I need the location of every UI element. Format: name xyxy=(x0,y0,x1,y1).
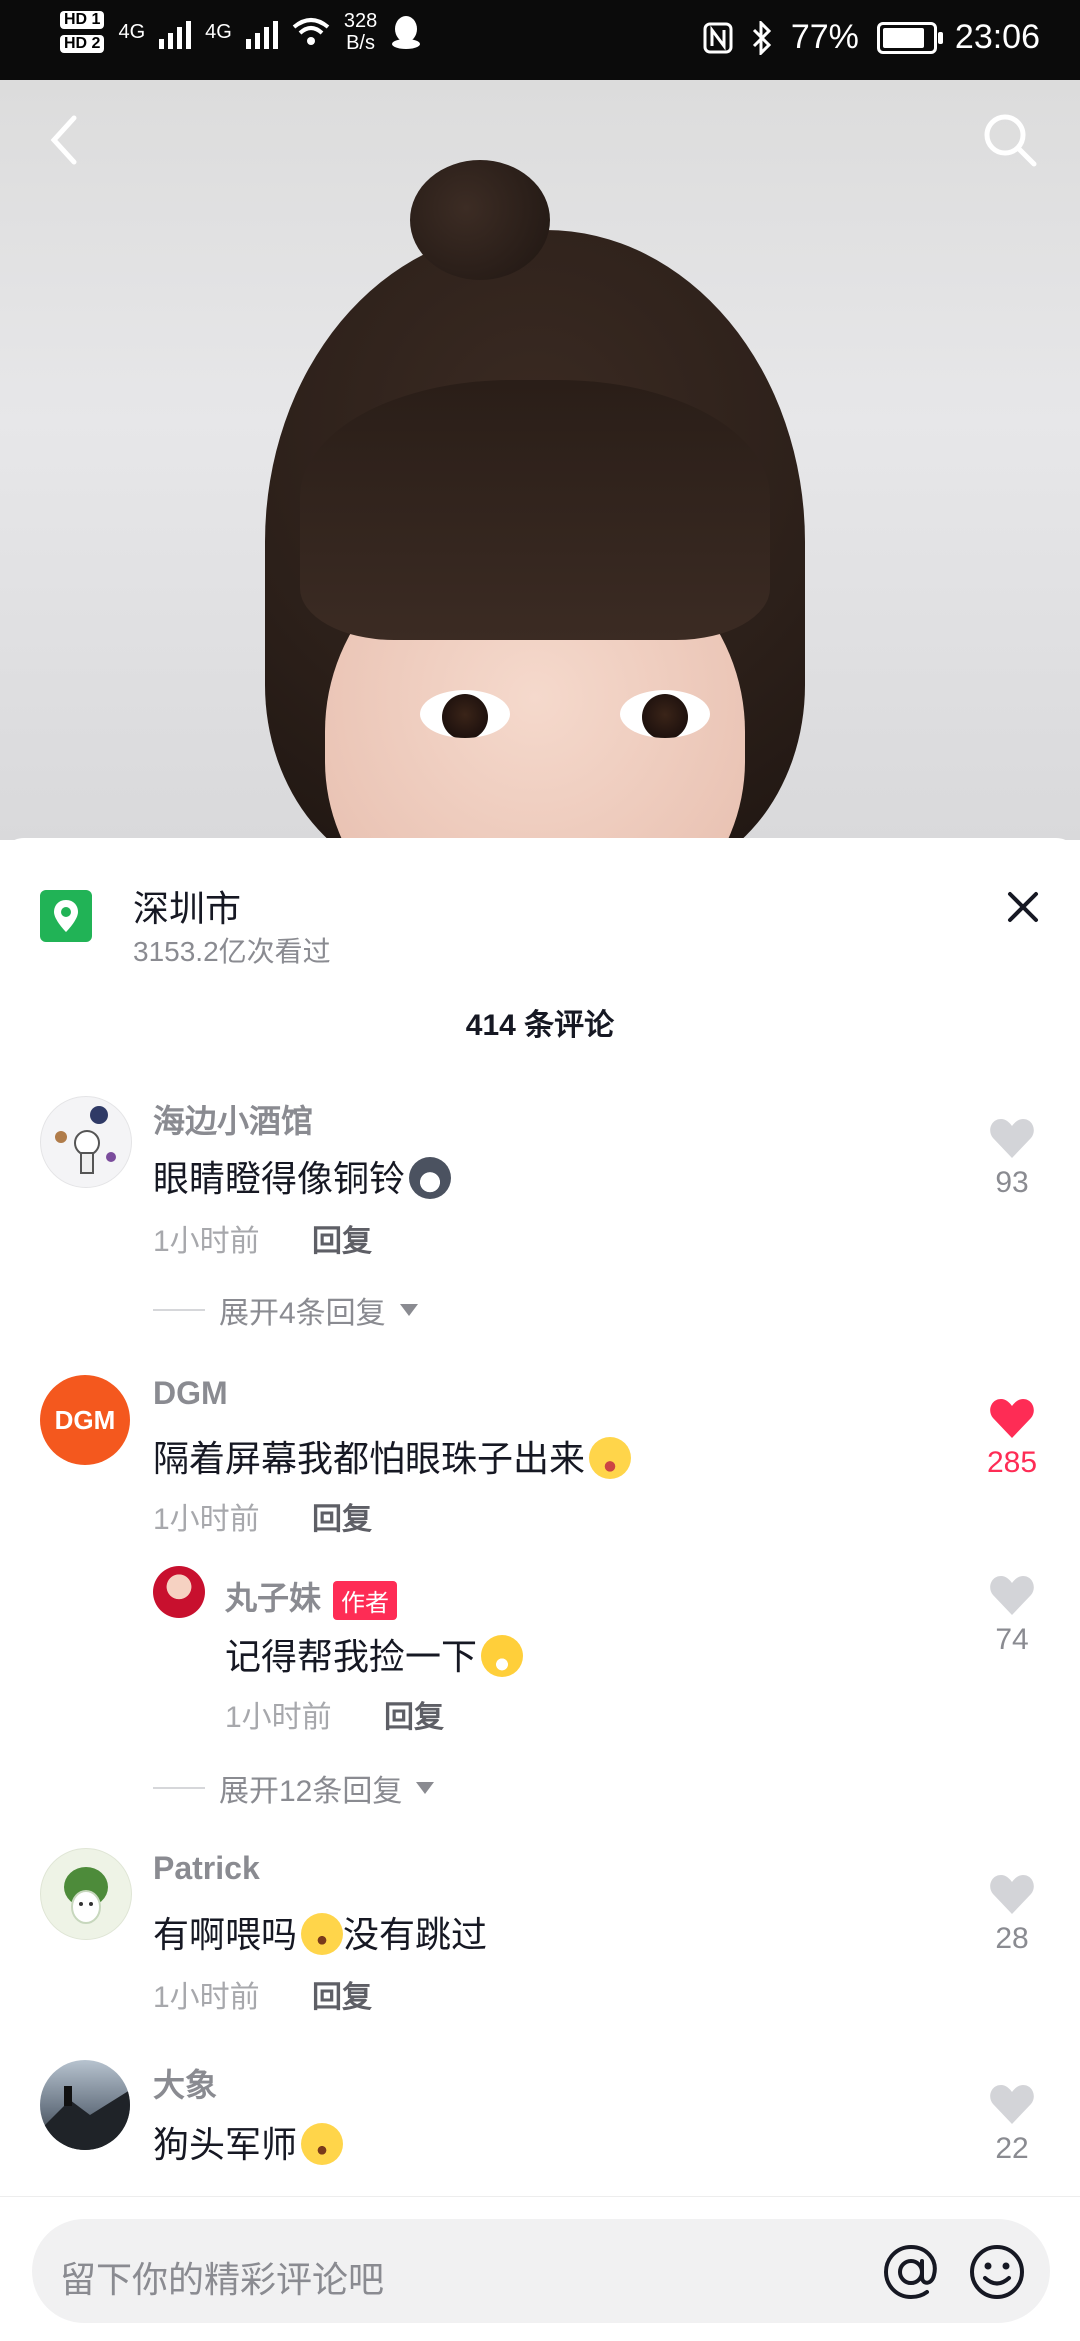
avatar[interactable] xyxy=(40,1096,132,1188)
heart-icon xyxy=(990,1875,1034,1914)
status-bar: HD 1 HD 2 4G 4G 328 B/s 77% 23:06 xyxy=(0,0,1080,80)
mention-at-icon[interactable] xyxy=(880,2241,942,2303)
avatar[interactable] xyxy=(153,1566,205,1618)
comment-username[interactable]: Patrick xyxy=(153,1850,260,1887)
crying-laugh-emoji-icon xyxy=(301,1913,344,1955)
comment-text: 记得帮我捡一下 xyxy=(225,1628,524,1680)
comment-time: 1小时前 xyxy=(153,1225,260,1258)
like-button[interactable]: 285 xyxy=(972,1396,1052,1480)
sim2-label: HD 2 xyxy=(60,35,105,53)
nfc-icon xyxy=(703,22,733,53)
sim-indicators: HD 1 HD 2 xyxy=(60,11,105,53)
battery-percent: 77% xyxy=(790,18,859,56)
avatar[interactable] xyxy=(40,1848,132,1940)
location-views: 3153.2亿次看过 xyxy=(133,936,331,967)
like-button[interactable]: 93 xyxy=(972,1116,1052,1200)
shocked-emoji-icon xyxy=(589,1437,632,1479)
heart-filled-icon xyxy=(990,1399,1034,1438)
rofl-emoji-icon xyxy=(301,2123,344,2165)
heart-icon xyxy=(990,1576,1034,1615)
like-button[interactable]: 74 xyxy=(972,1573,1052,1657)
bluetooth-icon xyxy=(752,20,771,55)
like-count: 93 xyxy=(995,1166,1029,1199)
divider-line xyxy=(153,1787,205,1789)
battery-icon xyxy=(876,21,943,54)
reply-button[interactable]: 回复 xyxy=(312,1972,372,2016)
like-button[interactable]: 28 xyxy=(972,1872,1052,1956)
caret-down-icon xyxy=(416,1782,435,1794)
net-speed-value: 328 xyxy=(343,10,378,32)
husky-emoji-icon xyxy=(409,1157,452,1199)
comment-username[interactable]: DGM xyxy=(153,1375,228,1412)
video-figure-eye xyxy=(620,690,710,738)
expand-replies-button[interactable]: 展开12条回复 xyxy=(153,1766,435,1810)
comment-text-body-2: 没有跳过 xyxy=(343,1914,488,1955)
comment-text-body: 隔着屏幕我都怕眼珠子出来 xyxy=(153,1438,586,1479)
network-type-1: 4G xyxy=(118,20,146,43)
heart-icon xyxy=(990,2085,1034,2124)
comment-time: 1小时前 xyxy=(225,1701,332,1734)
reply-button[interactable]: 回复 xyxy=(312,1494,372,1538)
close-icon[interactable] xyxy=(1000,884,1046,930)
heart-icon xyxy=(990,1119,1034,1158)
signal-1-icon xyxy=(159,15,192,49)
caret-down-icon xyxy=(399,1304,418,1316)
comment-input[interactable]: 留下你的精彩评论吧 xyxy=(32,2219,1050,2323)
like-count: 22 xyxy=(995,2132,1029,2165)
like-count: 74 xyxy=(995,1623,1029,1656)
avatar[interactable] xyxy=(40,2060,130,2150)
comment-sheet: 深圳市 3153.2亿次看过 414 条评论 海边小酒馆 眼睛瞪得像铜铃 1小时… xyxy=(0,838,1080,2340)
comment-text-body: 记得帮我捡一下 xyxy=(225,1636,478,1677)
divider-line xyxy=(153,1309,205,1311)
location-pin-icon[interactable] xyxy=(40,890,92,942)
status-right: 77% 23:06 xyxy=(703,18,1040,57)
signal-2-icon xyxy=(245,15,278,49)
comment-time: 1小时前 xyxy=(153,1981,260,2014)
comment-text: 狗头军师 xyxy=(153,2116,344,2168)
like-button[interactable]: 22 xyxy=(972,2082,1052,2166)
comment-text-body: 狗头军师 xyxy=(153,2124,298,2165)
reply-username-text: 丸子妹 xyxy=(225,1580,322,1616)
back-arrow-icon[interactable] xyxy=(40,110,90,170)
sim1-label: HD 1 xyxy=(60,11,105,29)
status-left: HD 1 HD 2 4G 4G 328 B/s xyxy=(60,10,421,54)
comment-username[interactable]: 大象 xyxy=(153,2060,217,2106)
like-count: 28 xyxy=(995,1922,1029,1955)
comment-text-body: 有啊喂吗 xyxy=(153,1914,298,1955)
net-speed: 328 B/s xyxy=(344,10,377,54)
comment-input-bar: 留下你的精彩评论吧 xyxy=(0,2196,1080,2341)
avatar[interactable]: DGM xyxy=(40,1375,130,1465)
video-preview[interactable] xyxy=(0,80,1080,840)
author-badge: 作者 xyxy=(333,1581,398,1621)
comment-username[interactable]: 丸子妹 作者 xyxy=(225,1573,398,1621)
location-name[interactable]: 深圳市 xyxy=(133,880,241,932)
comment-time: 1小时前 xyxy=(153,1503,260,1536)
comment-text: 眼睛瞪得像铜铃 xyxy=(153,1150,452,1202)
expand-replies-label: 展开12条回复 xyxy=(219,1775,403,1808)
video-figure-eye xyxy=(420,690,510,738)
emoji-picker-icon[interactable] xyxy=(966,2241,1028,2303)
reply-button[interactable]: 回复 xyxy=(312,1216,372,1260)
expand-replies-label: 展开4条回复 xyxy=(219,1297,386,1330)
comment-text: 有啊喂吗 没有跳过 xyxy=(153,1906,487,1958)
video-figure-bangs xyxy=(300,380,770,640)
net-speed-unit: B/s xyxy=(346,32,375,54)
qq-notification-icon xyxy=(392,16,421,49)
wifi-icon xyxy=(292,18,330,45)
search-icon[interactable] xyxy=(980,110,1040,170)
clock: 23:06 xyxy=(954,18,1040,56)
reply-button[interactable]: 回复 xyxy=(384,1692,444,1736)
expand-replies-button[interactable]: 展开4条回复 xyxy=(153,1288,418,1332)
comment-count: 414 条评论 xyxy=(465,1009,615,1042)
avatar-initials: DGM xyxy=(54,1405,116,1435)
video-figure-bun xyxy=(410,160,550,280)
network-type-2: 4G xyxy=(205,20,232,43)
comment-text: 隔着屏幕我都怕眼珠子出来 xyxy=(153,1430,632,1482)
comment-text-body: 眼睛瞪得像铜铃 xyxy=(153,1158,406,1199)
grin-emoji-icon xyxy=(481,1635,524,1677)
like-count: 285 xyxy=(986,1446,1038,1479)
comment-username[interactable]: 海边小酒馆 xyxy=(153,1096,313,1142)
comment-input-placeholder: 留下你的精彩评论吧 xyxy=(60,2259,385,2300)
